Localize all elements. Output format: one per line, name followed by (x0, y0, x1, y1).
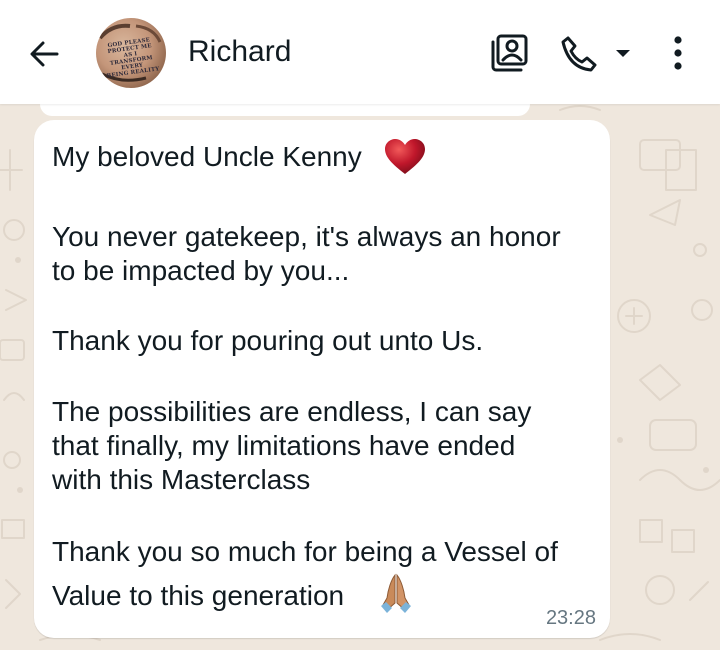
message-bubble[interactable]: My beloved Uncle Kenny You never gatekee… (34, 120, 610, 638)
caret-down-icon (616, 50, 630, 57)
arrow-left-icon (30, 41, 59, 67)
message-line: Value to this generation (52, 580, 345, 611)
contact-card-icon (491, 34, 528, 72)
chat-screen: GOD PLEASE PROTECT ME AS I TRANSFORM EVE… (0, 0, 720, 650)
message-line: with this Masterclass (52, 464, 311, 495)
message-line: My beloved Uncle Kenny (52, 141, 362, 172)
contact-name[interactable]: Richard (188, 34, 291, 70)
folded-hands-emoji (381, 573, 411, 613)
avatar-tattoo-text: GOD PLEASE PROTECT ME AS I TRANSFORM EVE… (106, 37, 160, 80)
avatar[interactable]: GOD PLEASE PROTECT ME AS I TRANSFORM EVE… (96, 18, 166, 88)
more-options-button[interactable] (658, 30, 698, 76)
phone-icon (561, 36, 597, 72)
back-button[interactable] (24, 34, 64, 74)
message-line: to be impacted by you... (52, 255, 350, 286)
call-button[interactable] (556, 30, 636, 76)
message-line: that finally, my limitations have ended (52, 430, 516, 461)
contact-card-button[interactable] (486, 30, 532, 76)
chat-header: GOD PLEASE PROTECT ME AS I TRANSFORM EVE… (0, 0, 720, 104)
message-line: You never gatekeep, it's always an honor (52, 221, 561, 252)
message-timestamp: 23:28 (545, 607, 596, 629)
message-line: The possibilities are endless, I can say (52, 396, 532, 427)
message-line: Thank you so much for being a Vessel of (52, 536, 558, 567)
red-heart-emoji (385, 139, 425, 174)
message-line: Thank you for pouring out unto Us. (52, 325, 484, 356)
more-vertical-icon (674, 36, 682, 70)
